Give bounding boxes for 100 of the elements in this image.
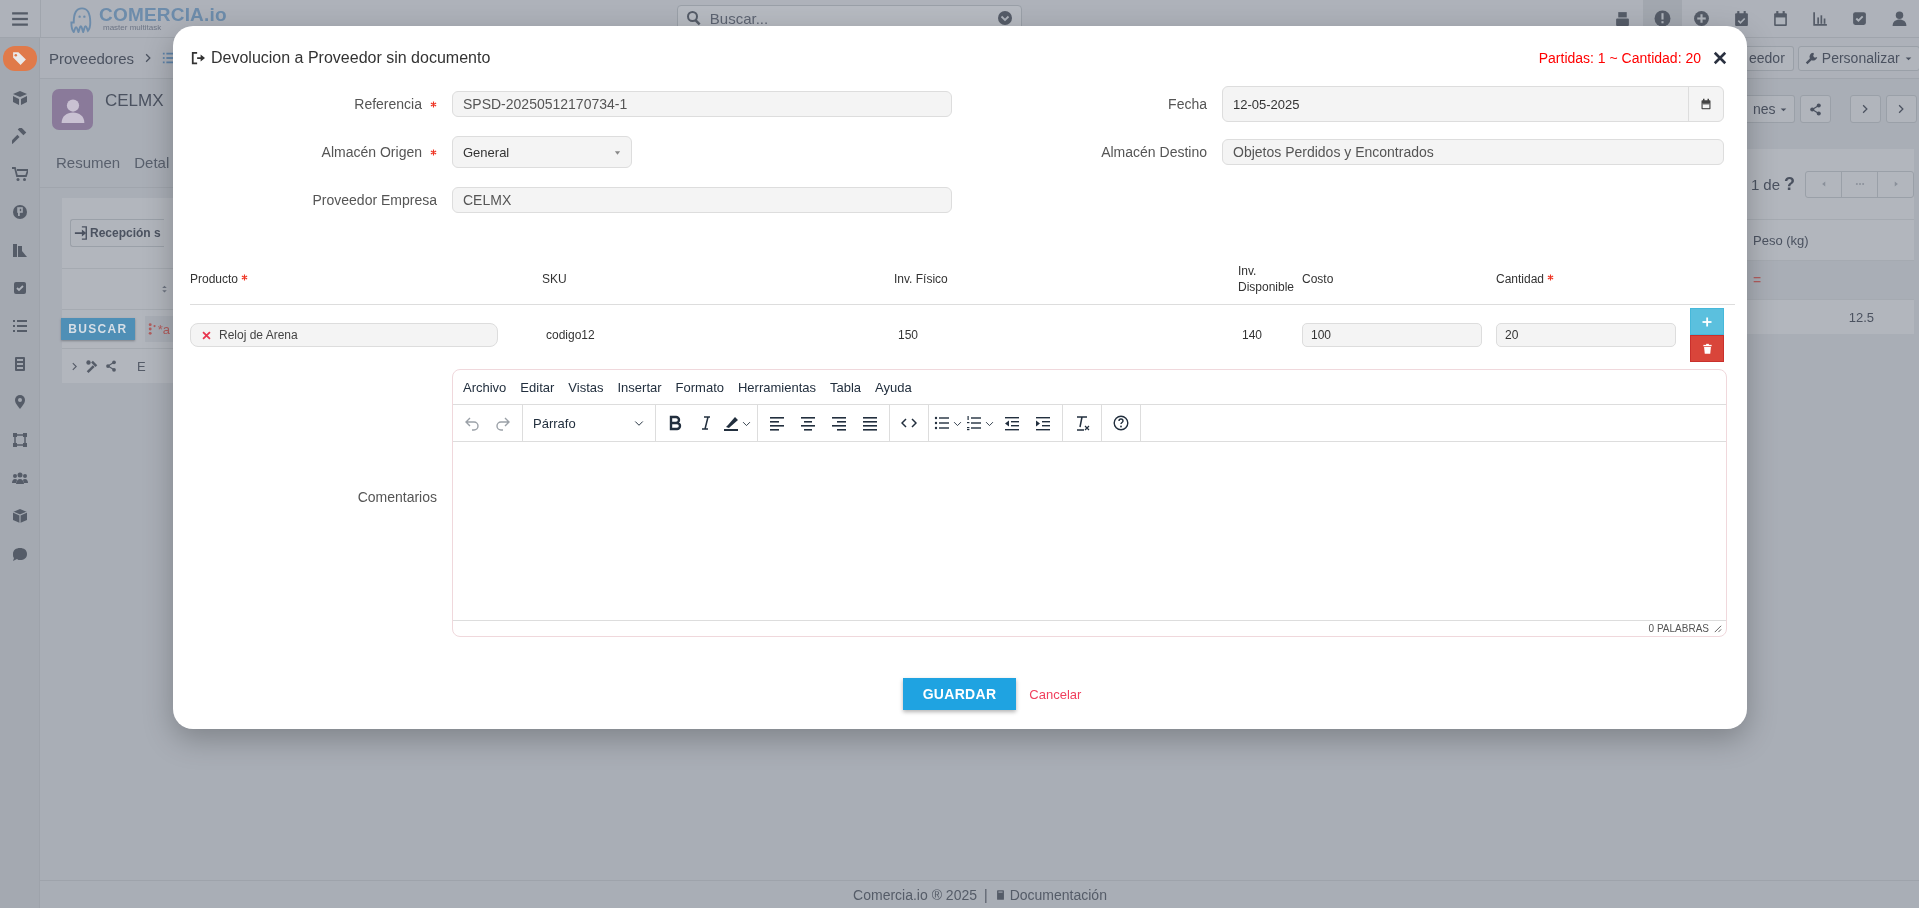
menu-dropdown-button[interactable]: nes (1747, 95, 1795, 123)
product-field[interactable]: Reloj de Arena (190, 323, 498, 347)
sign-in-icon (74, 226, 88, 240)
page-number: 1 (1751, 175, 1760, 193)
filter-icon (147, 321, 156, 337)
column-header: Inv. Físico (894, 272, 948, 286)
table-cell: 150 (898, 328, 919, 342)
category-button[interactable] (2, 46, 37, 71)
checkbox-icon[interactable] (11, 280, 28, 296)
tag-icon (11, 50, 28, 67)
calendar-icon (1700, 98, 1712, 110)
menu-item[interactable]: Formato (668, 379, 731, 395)
word-count: 0 PALABRAS (1648, 623, 1709, 634)
trash-icon (1701, 342, 1713, 355)
cart-icon[interactable] (11, 166, 28, 182)
dropdown-value: Párrafo (533, 415, 576, 431)
reception-button[interactable]: Recepción s (70, 219, 164, 247)
plus-icon (1701, 315, 1713, 328)
menu-item[interactable]: Editar (513, 379, 562, 395)
column-header: Producto (190, 272, 239, 286)
sort-icon (160, 283, 169, 295)
share-button[interactable] (1799, 95, 1831, 123)
column-header: Cantidad (1496, 272, 1545, 286)
justify-icon (862, 415, 878, 431)
number-field[interactable]: 20 (1496, 323, 1676, 347)
tools-icon[interactable] (85, 359, 99, 373)
clear-format-icon (1074, 415, 1090, 431)
select-field[interactable]: General (452, 136, 632, 168)
indent-icon (1035, 415, 1051, 431)
nodes-icon[interactable] (11, 432, 28, 448)
search-icon (685, 10, 702, 26)
undo-icon (464, 415, 480, 431)
text-field[interactable]: SPSD-20250512170734-1 (452, 91, 952, 117)
highlight-icon (723, 415, 739, 431)
column-header: SKU (542, 272, 567, 286)
numbered-list-icon (966, 415, 982, 431)
bar-chart-icon[interactable] (1811, 10, 1829, 27)
menu-item[interactable]: Tabla (823, 379, 869, 395)
format-dropdown[interactable]: Párrafo (527, 408, 651, 438)
summary-text: Partidas: 1 ~ Cantidad: 20 (1538, 50, 1701, 66)
share-icon (1808, 102, 1822, 116)
menu-icon (11, 9, 29, 28)
rich-text-editor[interactable]: Archivo Editar Vistas Insertar Formato Herramientas Tabla Ayuda Párrafo 0 PALABRAS (452, 369, 1727, 637)
wrench-icon (1804, 51, 1818, 65)
field-value: SPSD-20250512170734-1 (463, 96, 628, 112)
menu-item[interactable]: Herramientas (731, 379, 823, 395)
books-icon[interactable] (11, 242, 28, 258)
delete-button[interactable] (1690, 335, 1724, 362)
align-left-icon (769, 415, 785, 431)
field-label: Fecha (1168, 96, 1207, 112)
column-header: Inv. Disponible (1238, 263, 1296, 295)
add-icon[interactable] (1693, 10, 1711, 27)
calendar-check-icon[interactable] (1732, 10, 1750, 27)
field-value: General (463, 144, 510, 160)
customize-button[interactable]: Personalizar (1797, 45, 1919, 71)
menu-item[interactable]: Archivo (456, 379, 514, 395)
menu-item[interactable]: Insertar (610, 379, 669, 395)
alert-icon[interactable] (1653, 10, 1671, 27)
cash-register-icon[interactable] (1614, 10, 1632, 27)
share-icon[interactable] (105, 360, 117, 372)
box-icon[interactable] (11, 90, 28, 106)
filter-text: *a (157, 321, 170, 337)
field-value: Reloj de Arena (219, 328, 298, 342)
users-icon[interactable] (11, 470, 28, 486)
hammer-icon[interactable] (11, 128, 28, 144)
close-icon (1713, 51, 1727, 65)
menu-item[interactable]: Vistas (561, 379, 611, 395)
table-cell: 140 (1242, 328, 1263, 342)
number-field[interactable]: 100 (1302, 323, 1482, 347)
chevron-down-icon[interactable] (996, 10, 1013, 26)
field-value: Objetos Perdidos y Encontrados (1233, 144, 1434, 160)
text-field[interactable]: CELMX (452, 187, 952, 213)
column-header: Costo (1302, 272, 1334, 286)
field-value: 12-05-2025 (1233, 96, 1300, 112)
column-header: Peso (kg) (1753, 232, 1809, 248)
help-icon (1113, 415, 1129, 431)
book-icon (994, 889, 1006, 901)
checkbox-icon[interactable] (1851, 10, 1869, 27)
cube-icon[interactable] (11, 508, 28, 524)
text-field[interactable]: Objetos Perdidos y Encontrados (1222, 139, 1724, 165)
user-icon[interactable] (1890, 10, 1908, 27)
resize-handle-icon[interactable] (1713, 624, 1722, 633)
field-label: Almacén Origen (321, 144, 422, 160)
list-icon[interactable] (11, 318, 28, 334)
table-cell: 12.5 (1848, 309, 1875, 325)
header-button[interactable]: eedor (1747, 45, 1794, 71)
calendar-icon[interactable] (1772, 10, 1790, 27)
field-label: Comentarios (357, 489, 437, 505)
field-label: Referencia (354, 96, 422, 112)
table-cell: E (137, 358, 146, 374)
close-button[interactable] (1713, 51, 1727, 65)
remove-icon (201, 329, 212, 341)
cancel-link[interactable]: Cancelar (1029, 686, 1082, 702)
circle-letter-icon[interactable] (11, 204, 28, 220)
date-field[interactable]: 12-05-2025 (1222, 86, 1724, 122)
chevron-right-icon[interactable] (70, 360, 79, 372)
page-total: ? (1784, 173, 1796, 195)
field-label: Proveedor Empresa (312, 192, 437, 208)
chat-icon[interactable] (11, 546, 28, 562)
menu-item[interactable]: Ayuda (868, 379, 919, 395)
